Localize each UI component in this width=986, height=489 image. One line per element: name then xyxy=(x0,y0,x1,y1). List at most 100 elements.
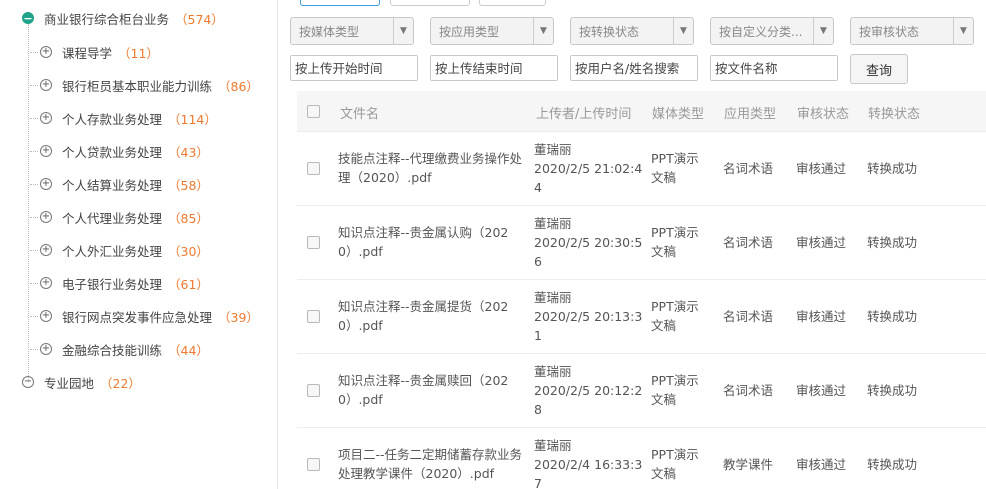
tree-connector xyxy=(30,216,38,218)
tree-node-child[interactable]: + 银行网点突发事件应急处理 （39） xyxy=(30,306,259,326)
review-status-select[interactable]: 按审核状态 ▼ xyxy=(850,17,974,45)
media-type-select[interactable]: 按媒体类型 ▼ xyxy=(290,17,414,45)
file-name-link[interactable]: 知识点注释--贵金属赎回（202 0）.pdf xyxy=(338,371,523,409)
file-name-link[interactable]: 知识点注释--贵金属认购（202 0）.pdf xyxy=(338,223,523,261)
tree-node-count: （61） xyxy=(168,276,209,292)
file-name-link[interactable]: 知识点注释--贵金属提货（202 0）.pdf xyxy=(338,297,523,335)
uploader-cell: 董瑞丽 2020/2/5 21:02:4 4 xyxy=(534,140,644,197)
expand-icon[interactable]: + xyxy=(40,244,52,256)
review-status-cell: 审核通过 xyxy=(796,309,847,324)
file-table: 文件名 上传者/上传时间 媒体类型 应用类型 审核状态 转换状态 技能点注释--… xyxy=(297,91,986,489)
tree-node-child[interactable]: + 银行柜员基本职业能力训练 （86） xyxy=(30,75,259,95)
top-tab-button[interactable] xyxy=(390,0,470,6)
tree-node-label: 银行网点突发事件应急处理 xyxy=(62,309,213,325)
tree-node-count: （114） xyxy=(168,111,217,127)
expand-icon[interactable]: + xyxy=(40,277,52,289)
row-checkbox[interactable] xyxy=(307,384,320,397)
uploader-cell: 董瑞丽 2020/2/5 20:30:5 6 xyxy=(534,214,644,271)
tree-node-count: （574） xyxy=(175,11,224,27)
file-name-line: 处理教学课件（2020）.pdf xyxy=(338,466,495,481)
tree-node-child[interactable]: + 电子银行业务处理 （61） xyxy=(30,273,209,293)
tree-node-child[interactable]: + 课程导学 （11） xyxy=(30,42,159,62)
media-type-cell: PPT演示 文稿 xyxy=(651,371,699,409)
media-type-cell: PPT演示 文稿 xyxy=(651,149,699,187)
tree-node-label: 电子银行业务处理 xyxy=(62,276,163,292)
top-tab-button[interactable] xyxy=(300,0,380,6)
select-all-checkbox[interactable] xyxy=(307,105,320,118)
media-type-cell: PPT演示 文稿 xyxy=(651,223,699,261)
tree-connector xyxy=(30,348,38,350)
file-name-line: 技能点注释--代理缴费业务操作处 xyxy=(338,151,523,166)
chevron-down-icon[interactable]: ▼ xyxy=(673,18,693,44)
user-search-input[interactable] xyxy=(570,55,698,81)
tree-node-label: 个人存款业务处理 xyxy=(62,111,163,127)
row-checkbox[interactable] xyxy=(307,458,320,471)
tree-connector xyxy=(30,150,38,152)
table-header: 文件名 上传者/上传时间 媒体类型 应用类型 审核状态 转换状态 xyxy=(297,91,986,131)
table-row[interactable]: 知识点注释--贵金属认购（202 0）.pdf 董瑞丽 2020/2/5 20:30:… xyxy=(297,205,986,279)
app-type-cell: 名词术语 xyxy=(723,235,774,250)
uploader-name: 董瑞丽 xyxy=(534,364,572,379)
upload-time: 1 xyxy=(534,328,542,343)
table-row[interactable]: 项目二--任务二定期储蓄存款业务 处理教学课件（2020）.pdf 董瑞丽 2020/… xyxy=(297,427,986,489)
expand-icon[interactable]: + xyxy=(40,343,52,355)
tree-node-child[interactable]: + 金融综合技能训练 （44） xyxy=(30,339,209,359)
custom-category-select[interactable]: 按自定义分类... ▼ xyxy=(710,17,834,45)
tree-node-child[interactable]: + 个人存款业务处理 （114） xyxy=(30,108,217,128)
file-name-link[interactable]: 技能点注释--代理缴费业务操作处 理（2020）.pdf xyxy=(338,149,523,187)
chevron-down-icon[interactable]: ▼ xyxy=(813,18,833,44)
top-tab-button[interactable] xyxy=(479,0,546,6)
expand-icon[interactable]: + xyxy=(40,310,52,322)
tree-connector xyxy=(30,117,38,119)
collapse-icon[interactable]: − xyxy=(22,376,34,388)
expand-icon[interactable]: + xyxy=(40,211,52,223)
table-row[interactable]: 知识点注释--贵金属赎回（202 0）.pdf 董瑞丽 2020/2/5 20:12:… xyxy=(297,353,986,427)
row-checkbox[interactable] xyxy=(307,162,320,175)
media-type-line: PPT演示 xyxy=(651,447,699,462)
collapse-icon[interactable]: − xyxy=(22,12,34,24)
tree-node-child[interactable]: + 个人外汇业务处理 （30） xyxy=(30,240,209,260)
tree-node-child[interactable]: + 个人贷款业务处理 （43） xyxy=(30,141,209,161)
tree-node-count: （86） xyxy=(218,78,259,94)
upload-time: 4 xyxy=(534,180,542,195)
select-value: 按应用类型 xyxy=(439,24,500,39)
tree-node-sibling[interactable]: − 专业园地 （22） xyxy=(22,372,141,392)
row-checkbox[interactable] xyxy=(307,310,320,323)
review-status-cell: 审核通过 xyxy=(796,161,847,176)
tree-node-count: （39） xyxy=(218,309,259,325)
app-type-select[interactable]: 按应用类型 ▼ xyxy=(430,17,554,45)
expand-icon[interactable]: + xyxy=(40,178,52,190)
tree-node-child[interactable]: + 个人结算业务处理 （58） xyxy=(30,174,209,194)
chevron-down-icon[interactable]: ▼ xyxy=(393,18,413,44)
row-checkbox[interactable] xyxy=(307,236,320,249)
tree-connector xyxy=(30,282,38,284)
tree-node-label: 课程导学 xyxy=(62,45,113,61)
convert-status-select[interactable]: 按转换状态 ▼ xyxy=(570,17,694,45)
upload-end-time-input[interactable] xyxy=(430,55,558,81)
tree-node-label: 个人结算业务处理 xyxy=(62,177,163,193)
chevron-down-icon[interactable]: ▼ xyxy=(953,18,973,44)
uploader-name: 董瑞丽 xyxy=(534,142,572,157)
query-button[interactable]: 查询 xyxy=(850,54,908,84)
expand-icon[interactable]: + xyxy=(40,79,52,91)
filename-search-input[interactable] xyxy=(710,55,838,81)
tree-node-label: 商业银行综合柜台业务 xyxy=(44,11,170,27)
file-name-link[interactable]: 项目二--任务二定期储蓄存款业务 处理教学课件（2020）.pdf xyxy=(338,445,523,483)
expand-icon[interactable]: + xyxy=(40,145,52,157)
table-row[interactable]: 技能点注释--代理缴费业务操作处 理（2020）.pdf 董瑞丽 2020/2/5 2… xyxy=(297,131,986,205)
upload-start-time-input[interactable] xyxy=(290,55,418,81)
app-type-cell: 名词术语 xyxy=(723,161,774,176)
expand-icon[interactable]: + xyxy=(40,112,52,124)
upload-time: 2020/2/5 20:12:2 xyxy=(534,383,643,398)
uploader-name: 董瑞丽 xyxy=(534,438,572,453)
select-value: 按审核状态 xyxy=(859,24,920,39)
table-row[interactable]: 知识点注释--贵金属提货（202 0）.pdf 董瑞丽 2020/2/5 20:13:… xyxy=(297,279,986,353)
col-header-review: 审核状态 xyxy=(797,107,850,122)
tree-connector xyxy=(30,183,38,185)
convert-status-cell: 转换成功 xyxy=(867,235,918,250)
uploader-cell: 董瑞丽 2020/2/4 16:33:3 7 xyxy=(534,436,644,489)
chevron-down-icon[interactable]: ▼ xyxy=(533,18,553,44)
expand-icon[interactable]: + xyxy=(40,46,52,58)
tree-node-child[interactable]: + 个人代理业务处理 （85） xyxy=(30,207,209,227)
tree-node-root[interactable]: − 商业银行综合柜台业务 （574） xyxy=(22,8,224,28)
